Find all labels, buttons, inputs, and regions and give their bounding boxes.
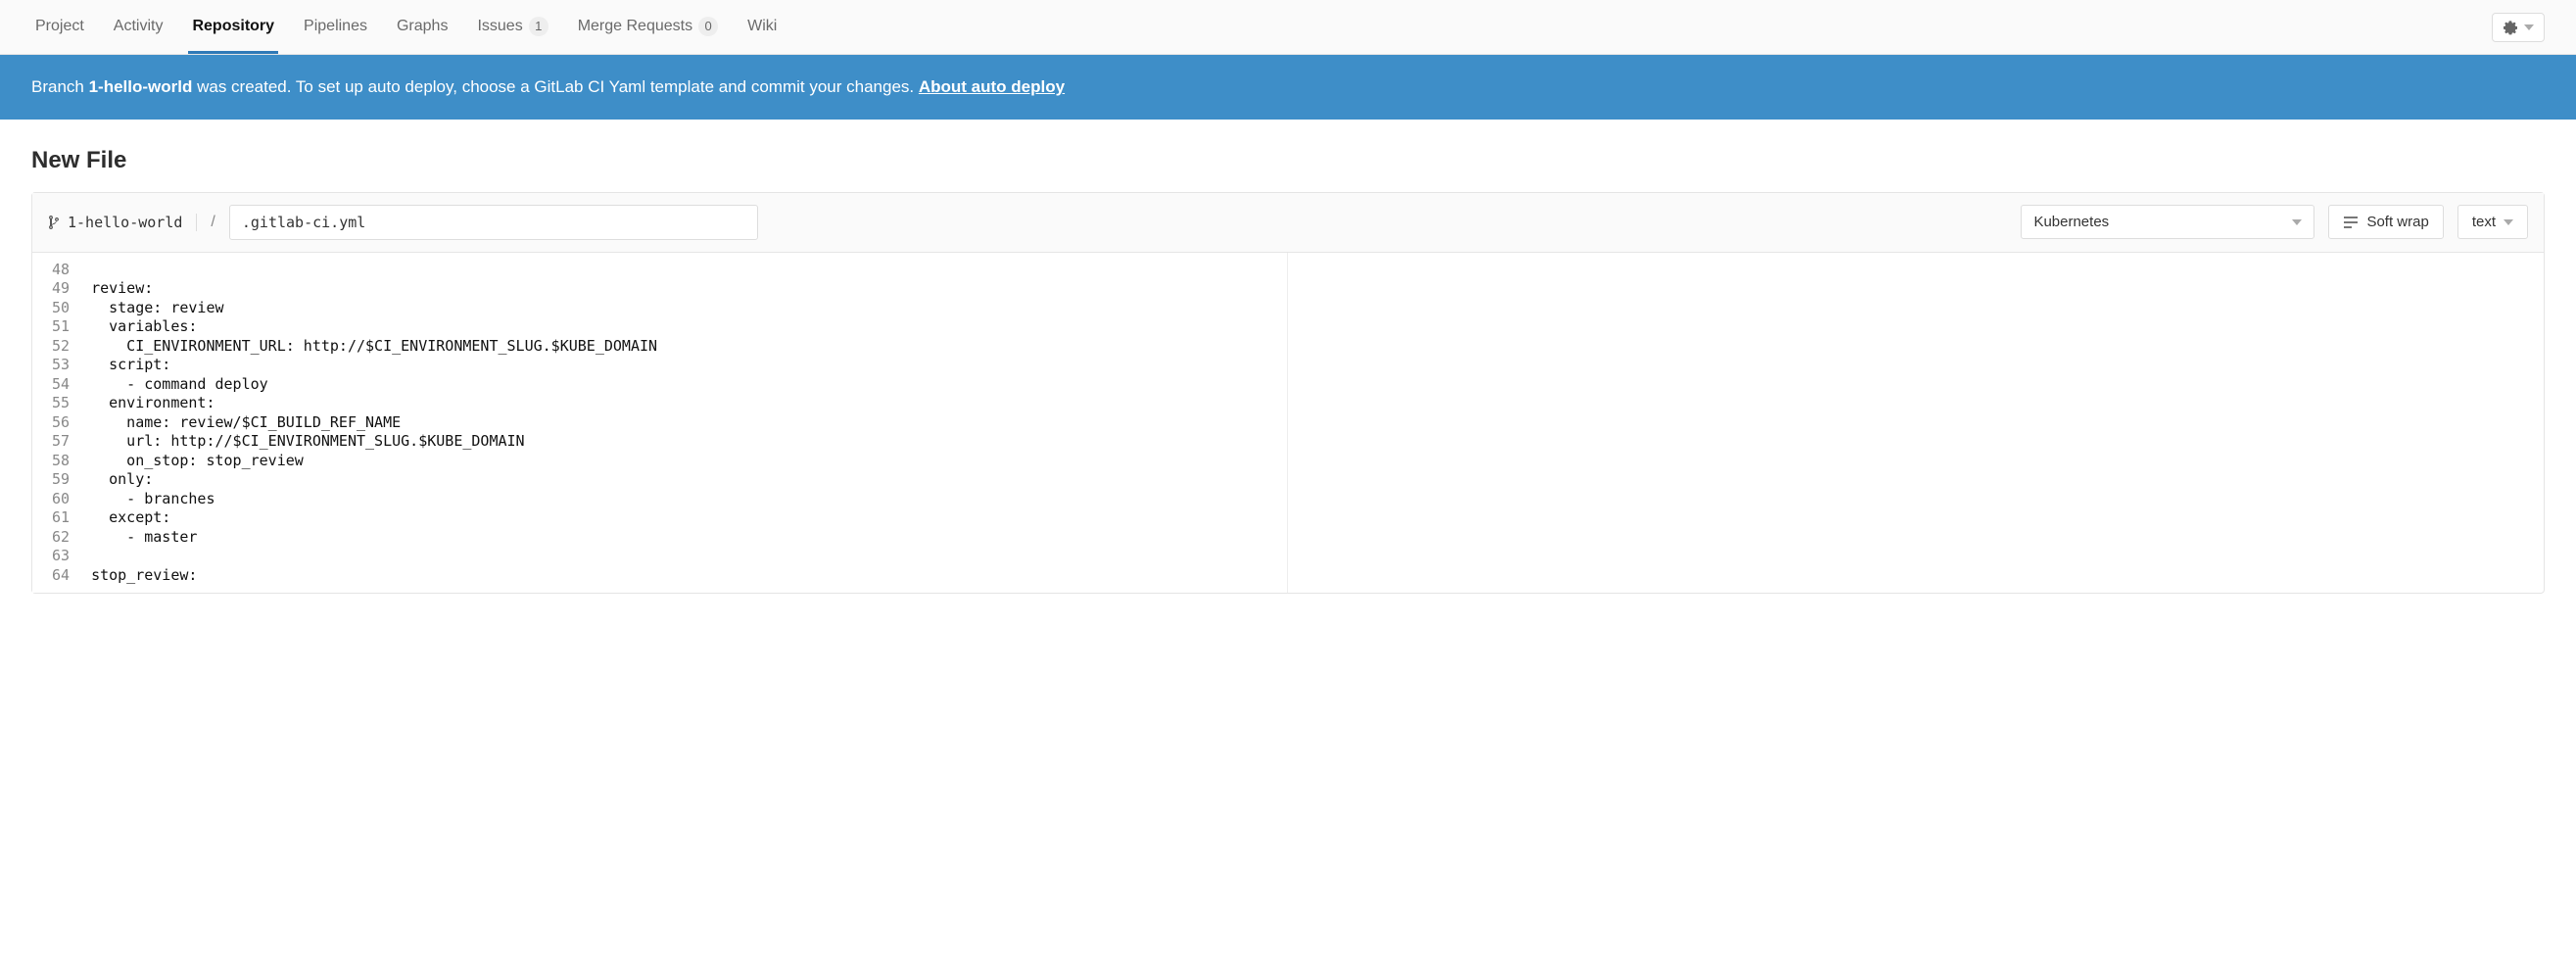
line-number: 51 xyxy=(52,317,75,337)
code-line: stage: review xyxy=(91,299,657,318)
banner-middle: was created. To set up auto deploy, choo… xyxy=(192,77,918,96)
nav-tab-project[interactable]: Project xyxy=(31,1,88,54)
code-line: - branches xyxy=(91,490,657,509)
banner-branch: 1-hello-world xyxy=(89,77,193,96)
about-auto-deploy-link[interactable]: About auto deploy xyxy=(919,77,1065,96)
nav-tab-repository[interactable]: Repository xyxy=(188,1,278,54)
code-line xyxy=(91,547,657,566)
nav-tab-label: Merge Requests xyxy=(578,18,692,35)
code-right-pane xyxy=(1288,253,2544,594)
line-number: 64 xyxy=(52,566,75,586)
code-editor[interactable]: 4849505152535455565758596061626364 revie… xyxy=(32,253,2544,594)
code-line: variables: xyxy=(91,317,657,337)
softwrap-icon xyxy=(2343,216,2359,229)
line-number: 57 xyxy=(52,432,75,452)
code-line: except: xyxy=(91,508,657,528)
mode-select-value: text xyxy=(2472,214,2496,230)
code-line: CI_ENVIRONMENT_URL: http://$CI_ENVIRONME… xyxy=(91,337,657,357)
nav-tab-label: Issues xyxy=(477,18,522,35)
nav-tab-label: Graphs xyxy=(397,18,448,35)
settings-button[interactable] xyxy=(2492,13,2545,42)
code-line: stop_review: xyxy=(91,566,657,586)
template-select-value: Kubernetes xyxy=(2033,214,2109,230)
softwrap-label: Soft wrap xyxy=(2366,214,2428,230)
page-title: New File xyxy=(0,120,2576,192)
nav-tab-issues[interactable]: Issues 1 xyxy=(473,0,551,55)
nav-tab-merge-requests[interactable]: Merge Requests 0 xyxy=(574,0,722,55)
count-badge: 1 xyxy=(529,17,549,36)
line-number: 60 xyxy=(52,490,75,509)
line-number: 50 xyxy=(52,299,75,318)
line-number: 53 xyxy=(52,356,75,375)
code-left-pane: 4849505152535455565758596061626364 revie… xyxy=(32,253,1288,594)
code-line: - master xyxy=(91,528,657,548)
line-number: 52 xyxy=(52,337,75,357)
chevron-down-icon xyxy=(2504,219,2513,225)
nav-tab-label: Wiki xyxy=(747,18,777,35)
template-select[interactable]: Kubernetes xyxy=(2021,205,2314,239)
softwrap-button[interactable]: Soft wrap xyxy=(2328,205,2443,239)
line-number: 55 xyxy=(52,394,75,413)
filename-input[interactable] xyxy=(229,205,758,240)
branch-chip: 1-hello-world xyxy=(48,214,197,231)
line-gutter: 4849505152535455565758596061626364 xyxy=(32,253,83,594)
chevron-down-icon xyxy=(2524,24,2534,30)
nav-tab-label: Repository xyxy=(192,18,274,35)
code-line: name: review/$CI_BUILD_REF_NAME xyxy=(91,413,657,433)
nav-items: Project Activity Repository Pipelines Graphs… xyxy=(31,0,2492,55)
mode-select[interactable]: text xyxy=(2457,205,2528,239)
file-panel: 1-hello-world / Kubernetes Soft wrap tex… xyxy=(31,192,2545,595)
code-line: only: xyxy=(91,470,657,490)
gear-icon xyxy=(2503,20,2518,35)
path-separator: / xyxy=(211,214,215,231)
line-number: 49 xyxy=(52,279,75,299)
branch-name: 1-hello-world xyxy=(68,214,182,231)
line-number: 58 xyxy=(52,452,75,471)
nav-tab-wiki[interactable]: Wiki xyxy=(743,1,781,54)
line-number: 61 xyxy=(52,508,75,528)
nav-tab-activity[interactable]: Activity xyxy=(110,1,167,54)
code-lines[interactable]: review: stage: review variables: CI_ENVI… xyxy=(83,253,669,594)
code-line: environment: xyxy=(91,394,657,413)
code-line: review: xyxy=(91,279,657,299)
banner-prefix: Branch xyxy=(31,77,89,96)
code-line xyxy=(91,261,657,280)
line-number: 63 xyxy=(52,547,75,566)
line-number: 59 xyxy=(52,470,75,490)
nav-tab-label: Pipelines xyxy=(304,18,367,35)
code-line: script: xyxy=(91,356,657,375)
nav-tab-pipelines[interactable]: Pipelines xyxy=(300,1,371,54)
nav-tab-label: Project xyxy=(35,18,84,35)
file-toolbar: 1-hello-world / Kubernetes Soft wrap tex… xyxy=(32,193,2544,253)
code-line: on_stop: stop_review xyxy=(91,452,657,471)
nav-tab-label: Activity xyxy=(114,18,164,35)
code-line: - command deploy xyxy=(91,375,657,395)
nav-right xyxy=(2492,13,2545,42)
line-number: 48 xyxy=(52,261,75,280)
chevron-down-icon xyxy=(2292,219,2302,225)
info-banner: Branch 1-hello-world was created. To set… xyxy=(0,55,2576,120)
top-nav: Project Activity Repository Pipelines Graphs… xyxy=(0,0,2576,55)
nav-tab-graphs[interactable]: Graphs xyxy=(393,1,452,54)
line-number: 62 xyxy=(52,528,75,548)
code-line: url: http://$CI_ENVIRONMENT_SLUG.$KUBE_D… xyxy=(91,432,657,452)
branch-icon xyxy=(48,215,60,230)
line-number: 54 xyxy=(52,375,75,395)
count-badge: 0 xyxy=(698,17,718,36)
line-number: 56 xyxy=(52,413,75,433)
